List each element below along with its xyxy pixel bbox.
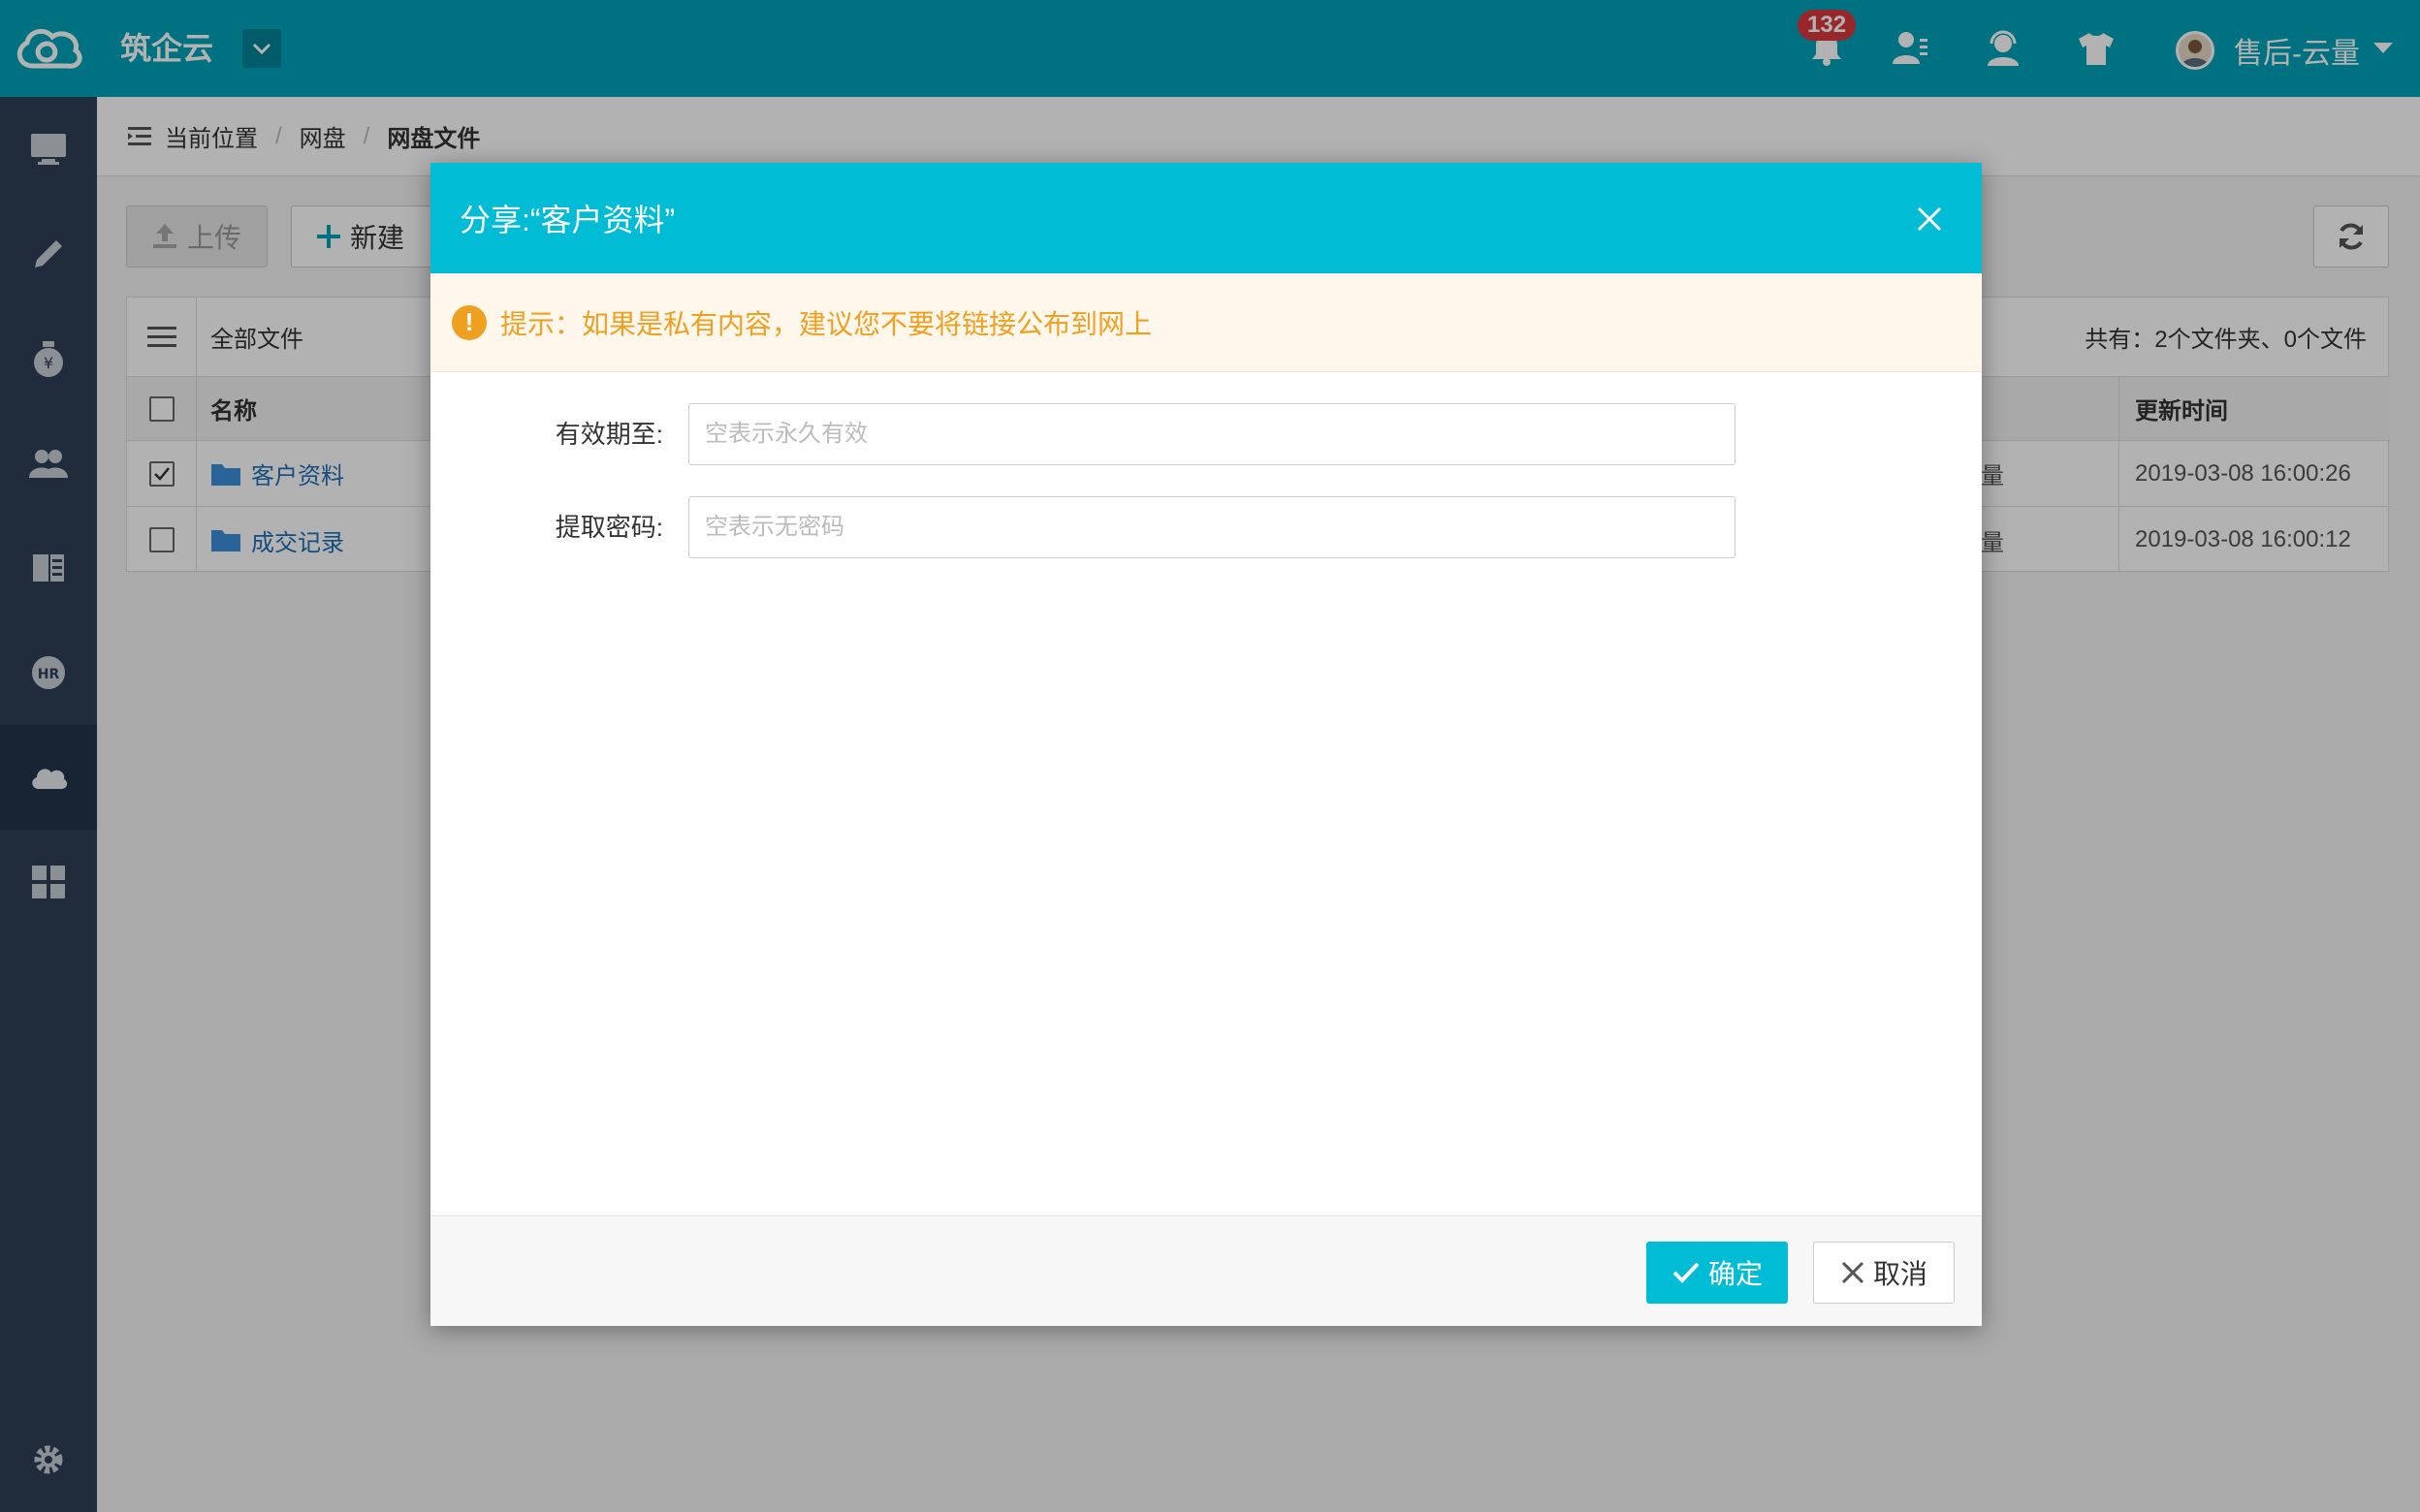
share-dialog: 分享:“客户资料” ! 提示：如果是私有内容，建议您不要将链接公布到网上 有效期… <box>430 163 1982 1326</box>
expire-label: 有效期至: <box>555 420 663 449</box>
cancel-button[interactable]: 取消 <box>1813 1242 1955 1304</box>
dialog-title: 分享:“客户资料” <box>460 203 676 237</box>
alert-text: 提示：如果是私有内容，建议您不要将链接公布到网上 <box>500 308 1153 339</box>
close-icon <box>1841 1261 1864 1284</box>
warning-alert: ! 提示：如果是私有内容，建议您不要将链接公布到网上 <box>430 273 1982 372</box>
cancel-label: 取消 <box>1872 1259 1927 1289</box>
expire-row: 有效期至: <box>430 403 1982 465</box>
password-input[interactable] <box>688 496 1735 558</box>
close-icon[interactable] <box>1910 200 1949 238</box>
password-row: 提取密码: <box>430 496 1982 558</box>
confirm-label: 确定 <box>1707 1259 1763 1289</box>
dialog-footer: 确定 取消 <box>430 1215 1982 1326</box>
password-label: 提取密码: <box>555 513 663 542</box>
dialog-header: 分享:“客户资料” <box>430 163 1982 273</box>
exclamation-icon: ! <box>452 304 487 340</box>
confirm-button[interactable]: 确定 <box>1646 1242 1788 1304</box>
expire-date-input[interactable] <box>688 403 1735 465</box>
check-icon <box>1672 1262 1700 1283</box>
